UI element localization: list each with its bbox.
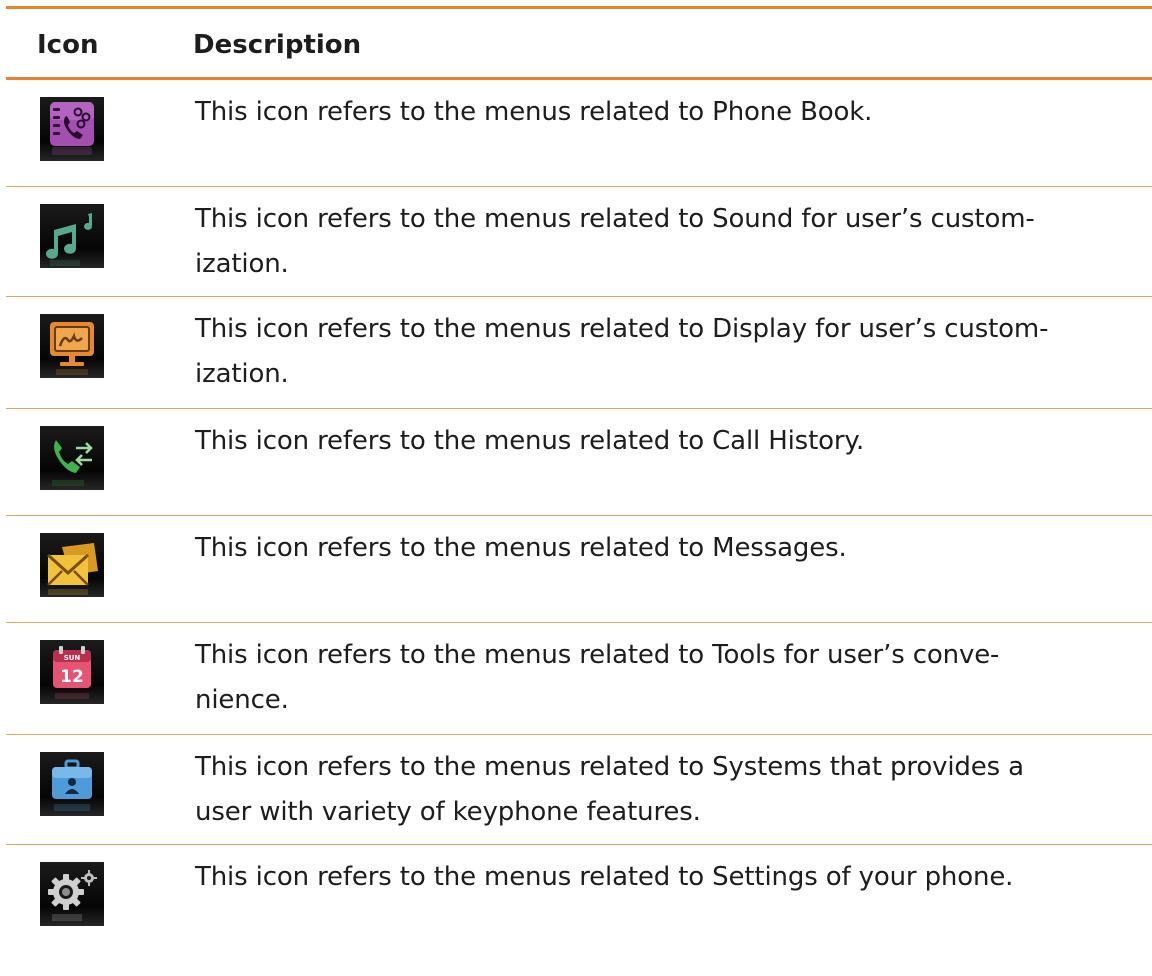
header-description-label: Description <box>193 30 362 60</box>
table-row: SUN 12 This icon refers to the menus rel… <box>6 623 1152 735</box>
settings-icon <box>40 862 104 926</box>
table-row: This icon refers to the menus related to… <box>6 735 1152 845</box>
header-icon-label: Icon <box>37 30 99 60</box>
messages-icon <box>40 533 104 597</box>
calendar-date-label: 12 <box>60 667 84 687</box>
description-line: This icon refers to the menus related to… <box>195 97 873 127</box>
table-row: This icon refers to the menus related to… <box>6 845 1152 976</box>
description-line: This icon refers to the menus related to… <box>195 204 1035 234</box>
table-row: This icon refers to the menus related to… <box>6 409 1152 516</box>
description-line: nience. <box>195 685 289 715</box>
table-row: This icon refers to the menus related to… <box>6 297 1152 409</box>
table-row: This icon refers to the menus related to… <box>6 80 1152 187</box>
row-description: This icon refers to the menus related to… <box>195 90 1136 135</box>
description-line: This icon refers to the menus related to… <box>195 314 1049 344</box>
row-description: This icon refers to the menus related to… <box>195 419 1136 464</box>
tools-icon: SUN 12 <box>40 640 104 704</box>
calendar-day-label: SUN <box>64 654 81 662</box>
description-line: This icon refers to the menus related to… <box>195 533 847 563</box>
phone-book-icon <box>40 97 104 161</box>
row-description: This icon refers to the menus related to… <box>195 526 1136 571</box>
description-line: ization. <box>195 359 289 389</box>
description-line: ization. <box>195 249 289 279</box>
icon-description-table: Icon Description This icon refers to the… <box>0 0 1152 976</box>
row-description: This icon refers to the menus related to… <box>195 307 1136 397</box>
description-line: user with variety of keyphone features. <box>195 797 701 827</box>
description-line: This icon refers to the menus related to… <box>195 640 1000 670</box>
display-icon <box>40 314 104 378</box>
description-line: This icon refers to the menus related to… <box>195 862 1014 892</box>
systems-icon <box>40 752 104 816</box>
row-description: This icon refers to the menus related to… <box>195 633 1136 723</box>
sound-icon <box>40 204 104 268</box>
row-description: This icon refers to the menus related to… <box>195 745 1136 835</box>
call-history-icon <box>40 426 104 490</box>
row-description: This icon refers to the menus related to… <box>195 855 1136 900</box>
table-row: This icon refers to the menus related to… <box>6 187 1152 297</box>
row-description: This icon refers to the menus related to… <box>195 197 1136 287</box>
description-line: This icon refers to the menus related to… <box>195 752 1024 782</box>
table-header: Icon Description <box>6 9 1152 80</box>
description-line: This icon refers to the menus related to… <box>195 426 865 456</box>
table-row: This icon refers to the menus related to… <box>6 516 1152 623</box>
